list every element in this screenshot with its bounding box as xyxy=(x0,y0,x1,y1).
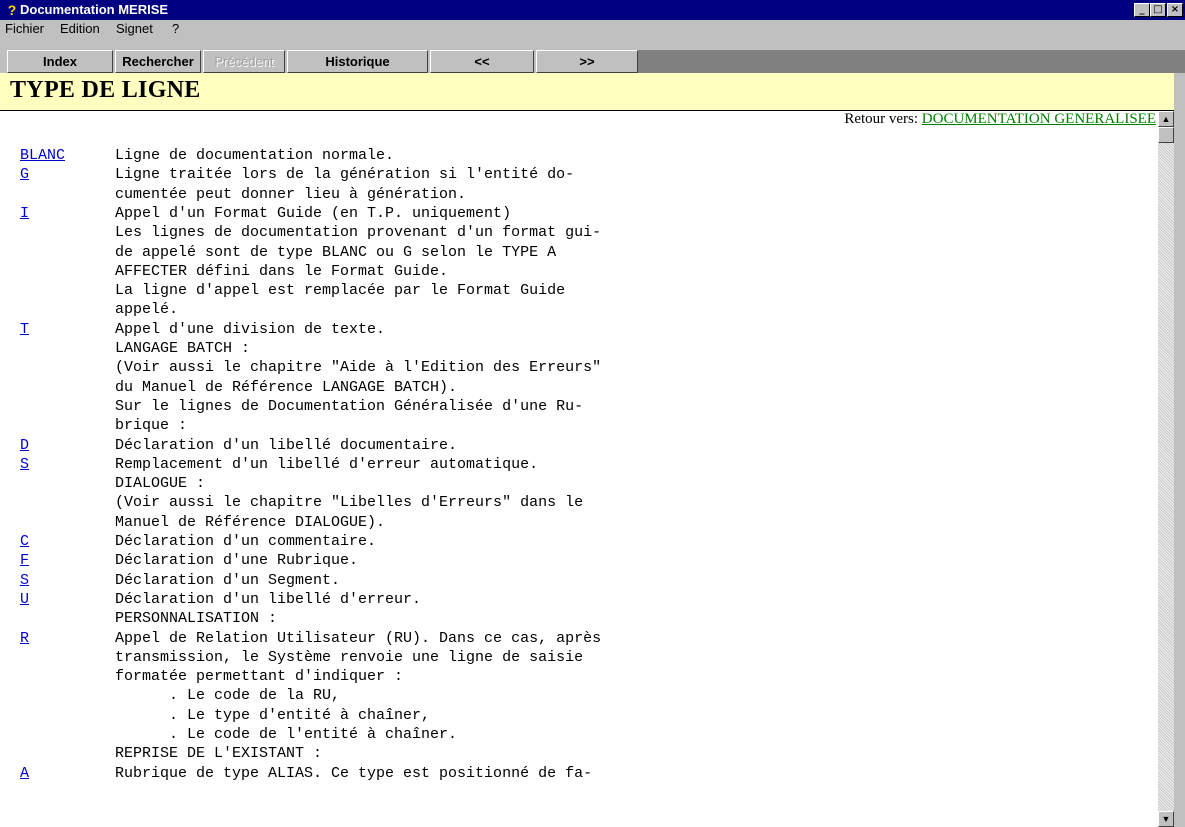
page-title: TYPE DE LIGNE xyxy=(10,77,201,103)
retour-label: Retour vers: xyxy=(844,111,922,127)
menu-help[interactable]: ? xyxy=(172,21,179,37)
scroll-down-button[interactable]: ▼ xyxy=(1158,811,1174,827)
line-description: Remplacement d'un libellé d'erreur autom… xyxy=(115,456,539,473)
line-description: de appelé sont de type BLANC ou G selon … xyxy=(115,244,557,261)
close-button[interactable]: × xyxy=(1167,3,1183,17)
help-book-icon: ? xyxy=(7,2,17,18)
line-description: transmission, le Système renvoie une lig… xyxy=(115,649,584,666)
line-type-code-link[interactable]: G xyxy=(20,166,29,183)
line-description: Déclaration d'un libellé d'erreur. xyxy=(115,591,422,608)
line-type-code-link[interactable]: BLANC xyxy=(20,147,65,164)
line-description: Manuel de Référence DIALOGUE). xyxy=(115,514,386,531)
line-description: Appel d'une division de texte. xyxy=(115,321,386,338)
line-description: Ligne de documentation normale. xyxy=(115,147,395,164)
line-type-code-link[interactable]: F xyxy=(20,552,29,569)
line-description: Appel de Relation Utilisateur (RU). Dans… xyxy=(115,630,602,647)
line-description: Déclaration d'un commentaire. xyxy=(115,533,377,550)
window-frame xyxy=(1174,73,1185,827)
line-description: (Voir aussi le chapitre "Libelles d'Erre… xyxy=(115,494,584,511)
vertical-scrollbar[interactable]: ▲ ▼ xyxy=(1158,111,1174,827)
line-description: Les lignes de documentation provenant d'… xyxy=(115,224,602,241)
back-button[interactable]: << xyxy=(430,50,534,73)
line-description: . Le type d'entité à chaîner, xyxy=(115,707,431,724)
historique-button[interactable]: Historique xyxy=(287,50,428,73)
minimize-button[interactable]: _ xyxy=(1134,3,1150,17)
line-description: Déclaration d'un Segment. xyxy=(115,572,341,589)
menu-fichier[interactable]: Fichier xyxy=(5,21,44,37)
line-description: AFFECTER défini dans le Format Guide. xyxy=(115,263,449,280)
line-description: LANGAGE BATCH : xyxy=(115,340,251,357)
line-description: Rubrique de type ALIAS. Ce type est posi… xyxy=(115,765,593,782)
line-type-code-link[interactable]: D xyxy=(20,437,29,454)
line-description: Déclaration d'un libellé documentaire. xyxy=(115,437,458,454)
line-description: cumentée peut donner lieu à génération. xyxy=(115,186,467,203)
line-type-code-link[interactable]: A xyxy=(20,765,29,782)
menu-bar: Fichier Edition Signet ? xyxy=(0,20,1185,38)
menu-signet[interactable]: Signet xyxy=(116,21,153,37)
scroll-up-button[interactable]: ▲ xyxy=(1158,111,1174,127)
line-type-code-link[interactable]: C xyxy=(20,533,29,550)
line-description: formatée permettant d'indiquer : xyxy=(115,668,404,685)
line-description: La ligne d'appel est remplacée par le Fo… xyxy=(115,282,566,299)
toolbar: Index Rechercher Précédent Historique <<… xyxy=(0,38,1185,73)
forward-button[interactable]: >> xyxy=(536,50,638,73)
line-description: Déclaration d'une Rubrique. xyxy=(115,552,359,569)
document-content: Retour vers: DOCUMENTATION GENERALISEE B… xyxy=(0,111,1158,827)
index-button[interactable]: Index xyxy=(7,50,113,73)
toolbar-empty-area xyxy=(638,50,1185,73)
window-title: Documentation MERISE xyxy=(20,2,169,17)
page-header: TYPE DE LIGNE xyxy=(0,73,1185,111)
line-description: DIALOGUE : xyxy=(115,475,206,492)
scroll-thumb[interactable] xyxy=(1158,127,1174,143)
line-description: (Voir aussi le chapitre "Aide à l'Editio… xyxy=(115,359,602,376)
line-description: appelé. xyxy=(115,301,179,318)
line-type-code-link[interactable]: R xyxy=(20,630,29,647)
retour-link[interactable]: DOCUMENTATION GENERALISEE xyxy=(922,111,1156,127)
line-description: REPRISE DE L'EXISTANT : xyxy=(115,745,323,762)
rechercher-button[interactable]: Rechercher xyxy=(115,50,201,73)
title-bar: ? Documentation MERISE _ □ × xyxy=(0,0,1185,20)
precedent-button[interactable]: Précédent xyxy=(203,50,285,73)
line-type-code-link[interactable]: T xyxy=(20,321,29,338)
retour-vers: Retour vers: DOCUMENTATION GENERALISEE xyxy=(844,111,1156,128)
line-description: PERSONNALISATION : xyxy=(115,610,278,627)
maximize-button[interactable]: □ xyxy=(1150,3,1166,17)
line-description: Sur le lignes de Documentation Généralis… xyxy=(115,398,584,415)
line-description: . Le code de l'entité à chaîner. xyxy=(115,726,458,743)
line-description: . Le code de la RU, xyxy=(115,687,341,704)
line-description: Ligne traitée lors de la génération si l… xyxy=(115,166,575,183)
line-type-code-link[interactable]: S xyxy=(20,572,29,589)
line-description: Appel d'un Format Guide (en T.P. uniquem… xyxy=(115,205,512,222)
menu-edition[interactable]: Edition xyxy=(60,21,100,37)
line-type-code-link[interactable]: S xyxy=(20,456,29,473)
line-type-code-link[interactable]: I xyxy=(20,205,29,222)
line-description: du Manuel de Référence LANGAGE BATCH). xyxy=(115,379,458,396)
line-description: brique : xyxy=(115,417,188,434)
line-type-code-link[interactable]: U xyxy=(20,591,29,608)
